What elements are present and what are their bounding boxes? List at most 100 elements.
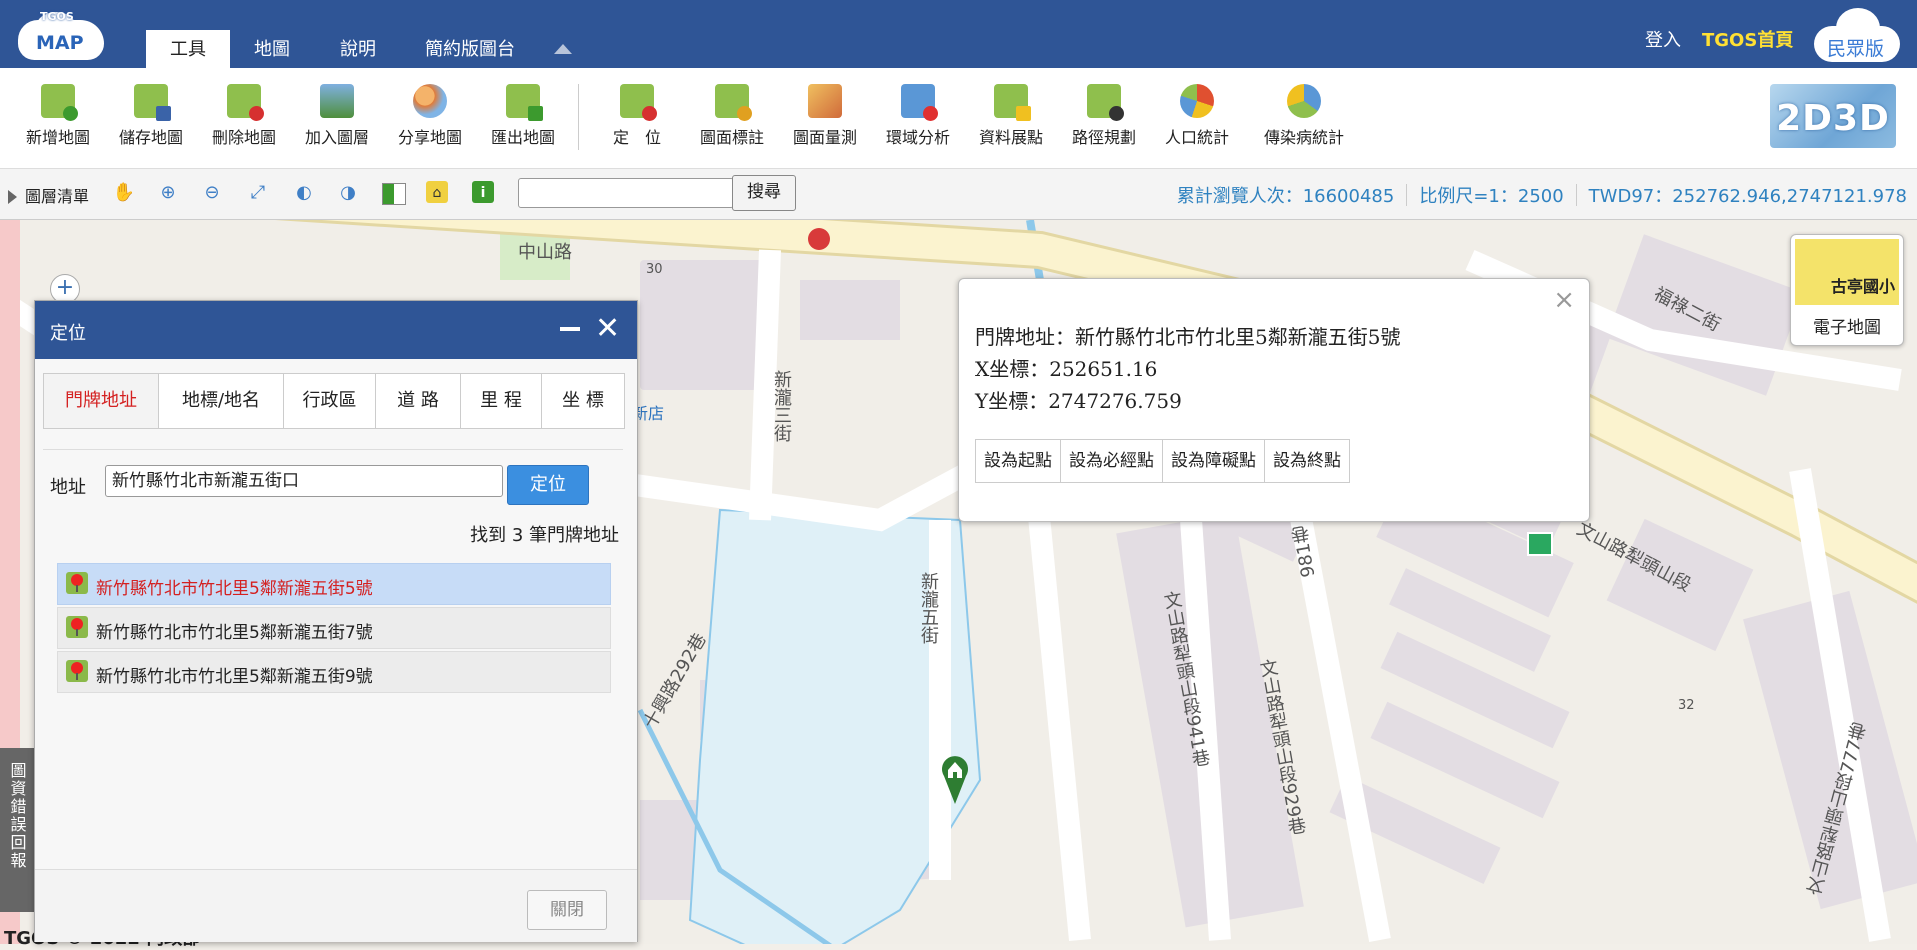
play-arrow-icon [8, 190, 17, 204]
popup-close-icon[interactable]: × [1553, 285, 1575, 315]
plot-data-button[interactable]: 資料展點 [966, 84, 1056, 148]
export-map-icon [506, 84, 543, 121]
panel-header: 定位 ✕ [35, 301, 637, 359]
new-map-button[interactable]: 新增地圖 [13, 84, 103, 148]
popup-y-coordinate: Y坐標：2747276.759 [975, 389, 1182, 413]
2d-3d-toggle-button[interactable]: 2D3D [1770, 84, 1896, 148]
poi-heart-icon [808, 228, 830, 250]
locate-button[interactable]: 定 位 [592, 84, 682, 148]
logo-main-text: MAP [36, 32, 84, 54]
top-header: TGOS MAP 工具 地圖 說明 簡約版圖台 登入 TGOS首頁 民眾版 [0, 0, 1917, 68]
plot-data-icon [994, 84, 1031, 121]
zoom-out-icon[interactable]: ⊖ [200, 181, 224, 205]
result-item[interactable]: 新竹縣竹北市竹北里5鄰新瀧五街5號 [57, 563, 611, 605]
population-stats-button[interactable]: 人口統計 [1152, 84, 1242, 148]
address-label: 地址 [50, 477, 86, 498]
result-item[interactable]: 新竹縣竹北市竹北里5鄰新瀧五街7號 [57, 607, 611, 649]
close-panel-button[interactable]: 關閉 [527, 890, 607, 930]
measure-button[interactable]: 圖面量測 [780, 84, 870, 148]
set-obstacle-button[interactable]: 設為障礙點 [1163, 440, 1265, 482]
locate-submit-button[interactable]: 定位 [507, 465, 589, 505]
measure-label: 圖面量測 [792, 128, 857, 147]
disease-stats-label: 傳染病統計 [1263, 128, 1344, 147]
swipe-compare-icon[interactable] [382, 183, 406, 205]
layer-list-toggle[interactable]: 圖層清單 [8, 183, 89, 207]
error-report-tab[interactable]: 圖資錯誤回報 [0, 748, 34, 912]
tab-tools[interactable]: 工具 [146, 30, 230, 68]
buffer-analysis-button[interactable]: 環域分析 [873, 84, 963, 148]
tab-road[interactable]: 道 路 [376, 374, 461, 428]
scale-readout: 比例尺=1：2500 [1419, 186, 1564, 207]
address-input[interactable]: 新竹縣竹北市新瀧五街口 [105, 465, 503, 497]
annotate-button[interactable]: 圖面標註 [687, 84, 777, 148]
export-map-button[interactable]: 匯出地圖 [478, 84, 568, 148]
population-stats-label: 人口統計 [1164, 128, 1229, 147]
close-icon[interactable]: ✕ [595, 311, 620, 346]
address-popup: × 門牌地址：新竹縣竹北市竹北里5鄰新瀧五街5號 X坐標：252651.16 Y… [958, 278, 1590, 522]
pan-hand-icon[interactable]: ✋ [112, 181, 136, 205]
tgos-map-logo[interactable]: TGOS MAP [18, 10, 106, 60]
coordinate-readout: TWD97：252762.946,2747121.978 [1588, 186, 1907, 207]
zoom-in-icon[interactable]: ⊕ [156, 181, 180, 205]
save-map-label: 儲存地圖 [118, 128, 183, 147]
set-waypoint-button[interactable]: 設為必經點 [1061, 440, 1163, 482]
public-edition-badge[interactable]: 民眾版 [1814, 8, 1900, 62]
search-input[interactable] [518, 178, 734, 208]
visit-counter: 累計瀏覽人次：16600485 [1176, 186, 1395, 207]
result-text: 新竹縣竹北市竹北里5鄰新瀧五街7號 [96, 623, 373, 643]
disease-stats-button[interactable]: 傳染病統計 [1252, 84, 1356, 148]
set-end-button[interactable]: 設為終點 [1265, 440, 1349, 482]
set-start-button[interactable]: 設為起點 [976, 440, 1061, 482]
location-pin-icon [66, 660, 88, 682]
result-item[interactable]: 新竹縣竹北市竹北里5鄰新瀧五街9號 [57, 651, 611, 693]
public-edition-label: 民眾版 [1827, 38, 1885, 60]
home-marker-icon[interactable]: ⌂ [426, 181, 448, 203]
route-planning-button[interactable]: 路徑規劃 [1059, 84, 1149, 148]
share-map-button[interactable]: 分享地圖 [385, 84, 475, 148]
map-tools-bar: 圖層清單 ✋ ⊕ ⊖ ⤢ ◐ ◑ ⌂ i 搜尋 累計瀏覽人次：16600485 比… [0, 169, 1917, 220]
panel-divider [43, 449, 623, 450]
tgos-home-link[interactable]: TGOS首頁 [1702, 26, 1793, 52]
delete-map-button[interactable]: 刪除地圖 [199, 84, 289, 148]
delete-map-icon [227, 84, 264, 121]
info-icon[interactable]: i [472, 181, 494, 203]
toolbar-separator [578, 84, 579, 150]
full-extent-icon[interactable]: ⤢ [246, 181, 270, 205]
collapse-arrow-icon[interactable] [554, 44, 572, 54]
disease-icon [1287, 84, 1321, 118]
tab-district[interactable]: 行政區 [284, 374, 376, 428]
zoom-next-icon[interactable]: ◑ [336, 181, 360, 205]
search-button[interactable]: 搜尋 [732, 175, 796, 211]
result-text: 新竹縣竹北市竹北里5鄰新瀧五街5號 [96, 579, 373, 599]
basemap-thumbnail: 古亭國小 [1795, 239, 1899, 305]
layer-list-label: 圖層清單 [25, 187, 90, 206]
annotate-icon [715, 84, 752, 121]
annotate-label: 圖面標註 [699, 128, 764, 147]
tab-mileage[interactable]: 里 程 [461, 374, 542, 428]
login-link[interactable]: 登入 [1645, 26, 1681, 52]
locate-label: 定 位 [612, 128, 661, 147]
location-marker-icon[interactable] [940, 750, 970, 804]
popup-address: 門牌地址：新竹縣竹北市竹北里5鄰新瀧五街5號 [975, 325, 1401, 349]
tab-simple-mode[interactable]: 簡約版圖台 [425, 30, 515, 68]
save-map-button[interactable]: 儲存地圖 [106, 84, 196, 148]
tab-address[interactable]: 門牌地址 [44, 374, 159, 428]
result-text: 新竹縣竹北市竹北里5鄰新瀧五街9號 [96, 667, 373, 687]
basemap-switcher[interactable]: 古亭國小 電子地圖 [1790, 234, 1904, 346]
share-map-icon [413, 84, 447, 118]
status-readouts: 累計瀏覽人次：16600485 比例尺=1：2500 TWD97：252762.94… [1177, 182, 1907, 208]
tab-coordinates[interactable]: 坐 標 [542, 374, 624, 428]
result-count: 找到 3 筆門牌地址 [470, 525, 619, 546]
locate-panel: 定位 ✕ 門牌地址 地標/地名 行政區 道 路 里 程 坐 標 地址 新竹縣竹北… [34, 300, 638, 942]
minimize-icon[interactable] [560, 327, 580, 331]
tab-landmark[interactable]: 地標/地名 [159, 374, 284, 428]
route-icon [1087, 84, 1124, 121]
share-map-label: 分享地圖 [397, 128, 462, 147]
buffer-analysis-label: 環域分析 [885, 128, 950, 147]
add-layer-button[interactable]: 加入圖層 [292, 84, 382, 148]
road-label-xinlong5: 新瀧五街 [918, 572, 939, 644]
zoom-previous-icon[interactable]: ◐ [292, 181, 316, 205]
road-label-xinlong3: 新瀧三街 [771, 370, 792, 442]
tab-help[interactable]: 說明 [340, 30, 376, 68]
tab-map[interactable]: 地圖 [254, 30, 290, 68]
